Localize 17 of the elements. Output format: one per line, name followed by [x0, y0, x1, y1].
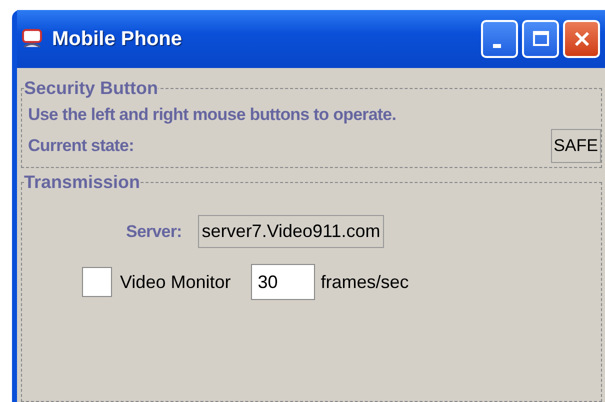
minimize-icon	[492, 44, 500, 48]
close-button[interactable]	[563, 20, 600, 58]
window-title: Mobile Phone	[52, 28, 183, 50]
maximize-button[interactable]	[522, 20, 559, 58]
state-value: SAFE	[550, 129, 601, 163]
maximize-icon	[530, 29, 550, 49]
instructions-text: Use the left and right mouse buttons to operate.	[28, 105, 398, 125]
group-title: Transmission	[24, 172, 140, 193]
server-label: Server:	[126, 222, 182, 242]
server-field: server7.Video911.com	[198, 215, 384, 248]
minimize-button[interactable]	[481, 20, 518, 58]
video-monitor-label: Video Monitor	[120, 272, 231, 292]
fps-field[interactable]: 30	[250, 264, 315, 300]
group-title: Security Button	[24, 78, 158, 99]
video-monitor-checkbox[interactable]	[82, 267, 112, 297]
fps-unit: frames/sec	[320, 272, 409, 292]
state-label: Current state:	[28, 136, 134, 156]
